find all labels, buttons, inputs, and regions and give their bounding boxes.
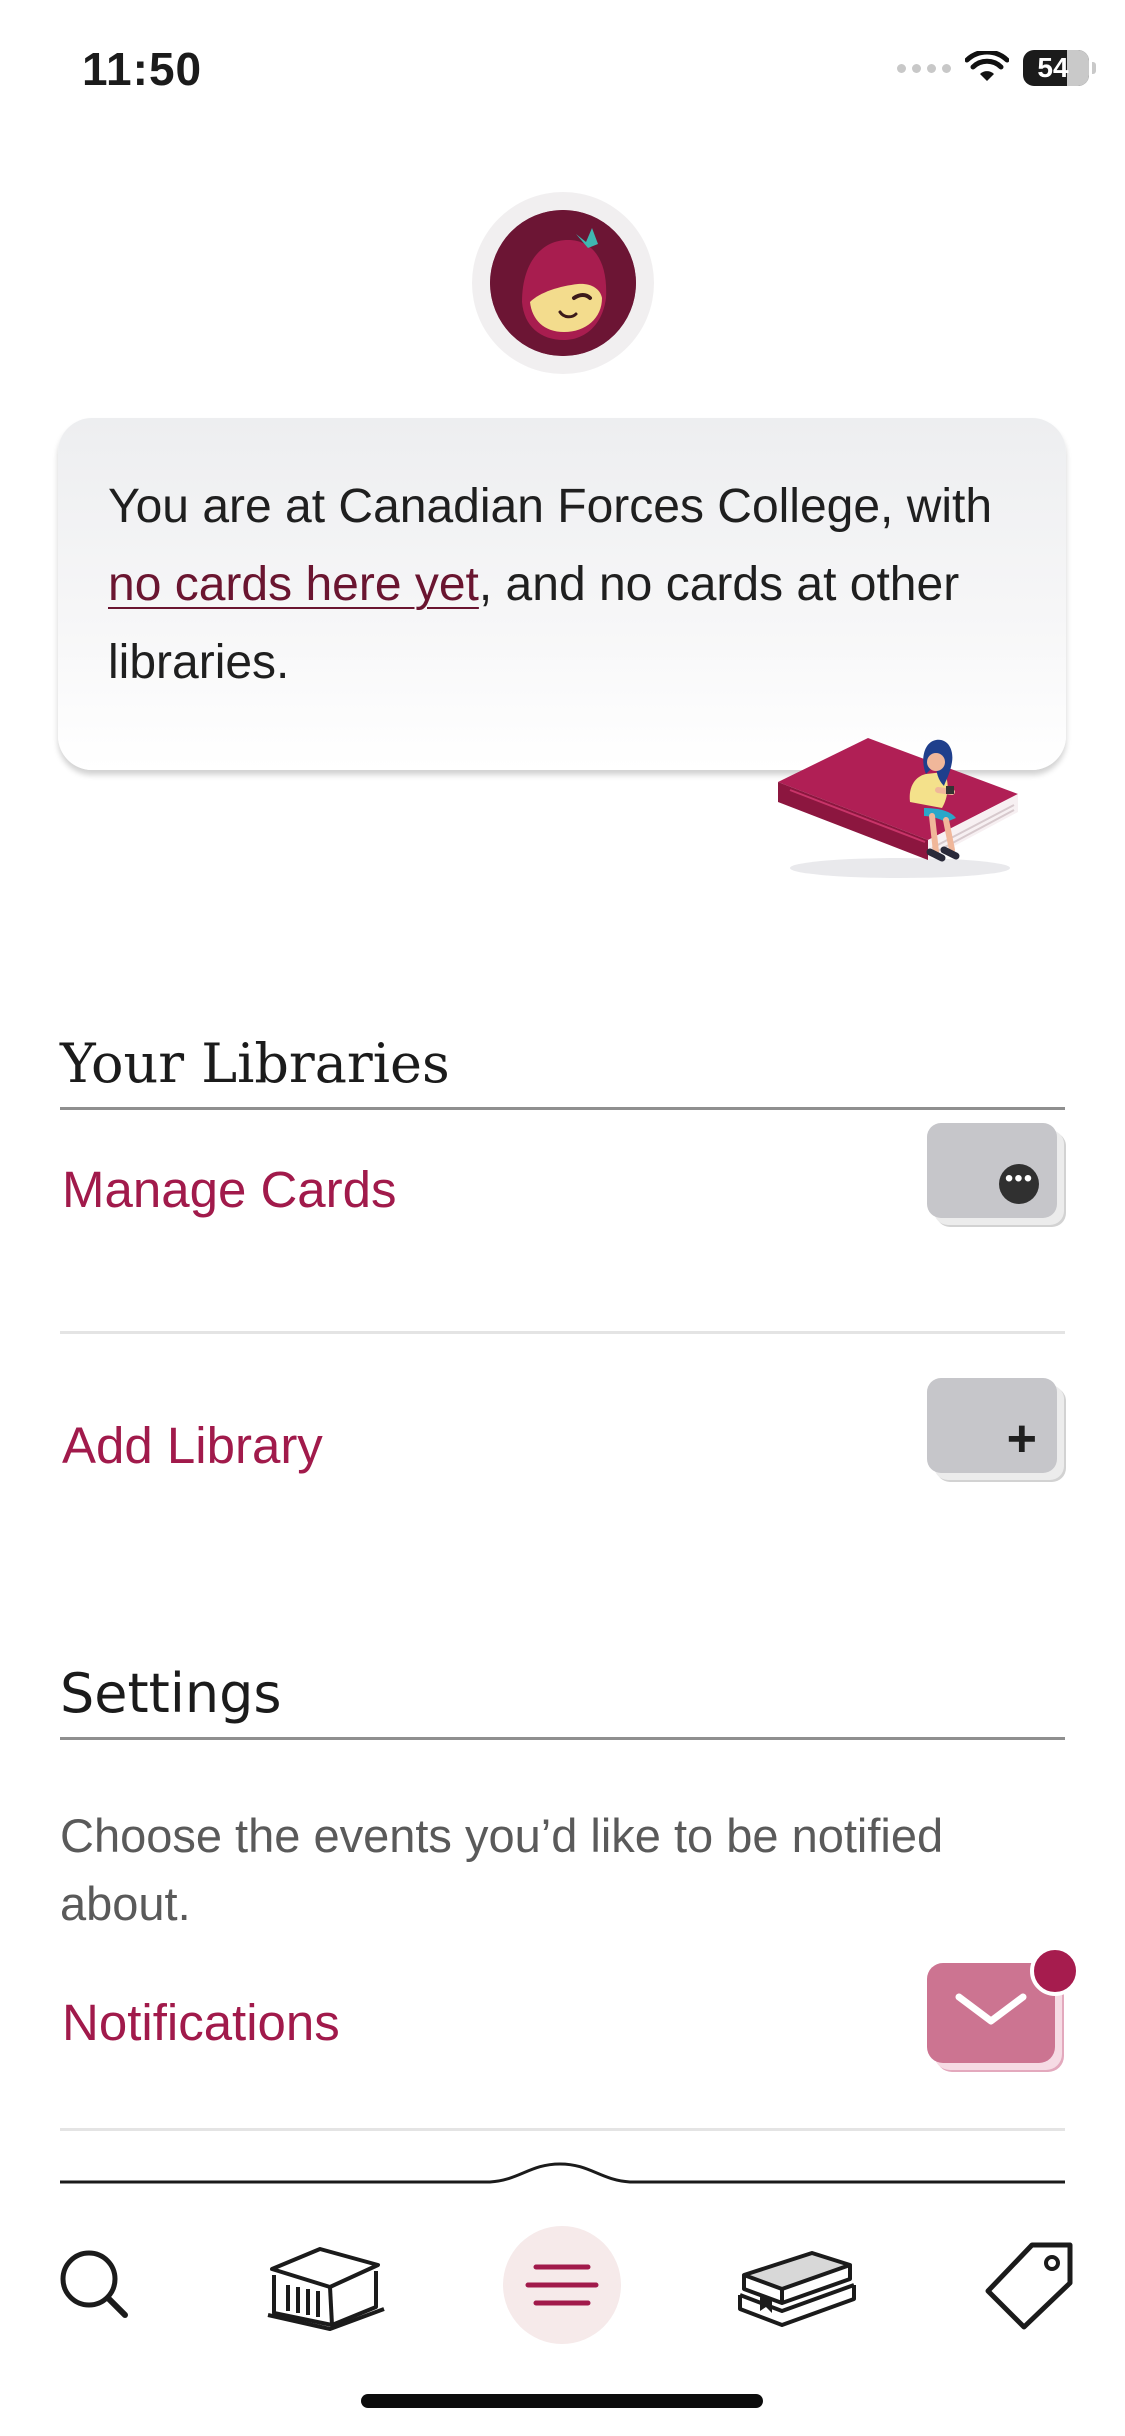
status-bar: 11:50 54 [0, 0, 1125, 140]
add-library-button[interactable]: + [927, 1378, 1057, 1473]
menu-icon [525, 2264, 599, 2306]
wifi-icon [965, 51, 1009, 81]
tab-bar-border [60, 2162, 1065, 2184]
shelf-icon [738, 2251, 856, 2327]
notification-badge [1030, 1946, 1080, 1996]
divider [60, 1331, 1065, 1334]
settings-header: Settings [60, 1662, 1065, 1740]
tab-shelf[interactable] [720, 2210, 870, 2360]
plus-icon: + [1006, 1410, 1037, 1468]
summary-text-start: You are at Canadian Forces College, with [108, 480, 993, 533]
reader-on-book-illustration [778, 738, 1018, 878]
tab-menu[interactable] [487, 2210, 637, 2360]
manage-cards-link[interactable]: Manage Cards [62, 1160, 397, 1219]
libby-logo-icon [490, 210, 636, 356]
add-library-link[interactable]: Add Library [62, 1416, 323, 1475]
battery-icon: 54 [1023, 50, 1096, 86]
settings-description: Choose the events you’d like to be notif… [60, 1809, 944, 1930]
notifications-link[interactable]: Notifications [62, 1993, 340, 2052]
battery-level: 54 [1037, 52, 1069, 83]
no-cards-link[interactable]: no cards here yet [108, 558, 479, 611]
search-icon [60, 2250, 128, 2318]
status-time: 11:50 [82, 43, 203, 95]
tab-library[interactable] [250, 2210, 400, 2360]
avatar[interactable] [472, 192, 654, 374]
tag-icon [985, 2242, 1073, 2330]
your-libraries-title: Your Libraries [60, 1032, 450, 1095]
library-summary-text: You are at Canadian Forces College, with… [108, 468, 1028, 702]
settings-title: Settings [60, 1662, 282, 1725]
library-icon [267, 2247, 385, 2331]
cellular-signal-icon [897, 63, 951, 73]
manage-cards-button[interactable]: ••• [927, 1123, 1057, 1218]
your-libraries-header: Your Libraries [60, 1032, 1065, 1110]
divider [60, 2128, 1065, 2131]
tab-tags[interactable] [955, 2210, 1105, 2360]
status-icons: 54 [897, 48, 1096, 88]
tab-search[interactable] [20, 2210, 170, 2360]
ellipsis-icon: ••• [999, 1164, 1039, 1204]
home-indicator[interactable] [361, 2394, 763, 2408]
